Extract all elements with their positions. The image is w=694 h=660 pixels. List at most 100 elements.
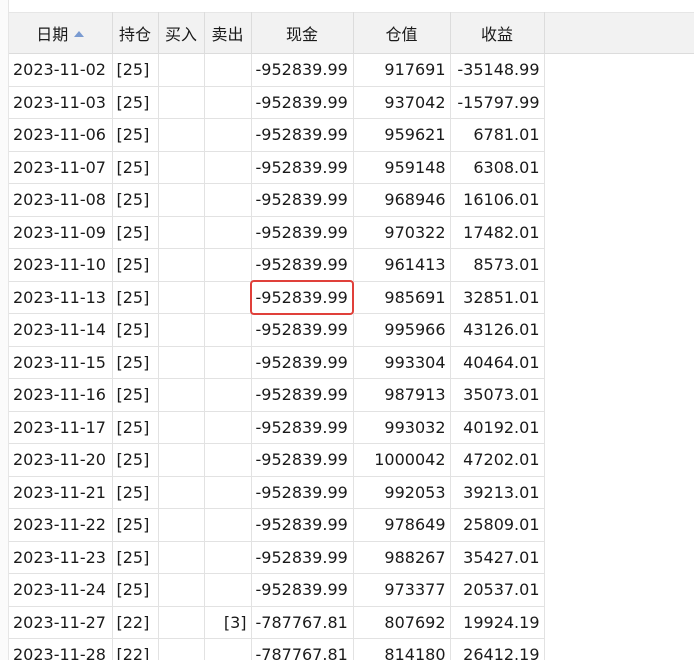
table-row[interactable]: 2023-11-07 [25] -952839.99 959148 6308.01 (9, 151, 545, 184)
cell-cash[interactable]: -787767.81 (251, 606, 354, 639)
cell-cash[interactable]: -952839.99 (251, 411, 354, 444)
table-row[interactable]: 2023-11-08 [25] -952839.99 968946 16106.01 (9, 183, 545, 217)
cell-sell[interactable] (204, 118, 252, 152)
cell-cash[interactable]: -952839.99 (251, 313, 354, 347)
cell-cash[interactable]: -952839.99 (251, 86, 354, 119)
cell-cash[interactable]: -952839.99 (251, 53, 354, 87)
cell-holding[interactable]: [25] (112, 378, 159, 412)
cell-buy[interactable] (158, 411, 205, 444)
table-row[interactable]: 2023-11-15 [25] -952839.99 993304 40464.01 (9, 346, 545, 379)
column-header-holding[interactable]: 持仓 (112, 12, 159, 54)
cell-buy[interactable] (158, 638, 205, 660)
cell-holding[interactable]: [25] (112, 216, 159, 249)
cell-date[interactable]: 2023-11-20 (9, 443, 113, 477)
cell-cash[interactable]: -952839.99 (251, 151, 354, 184)
cell-cash[interactable]: -952839.99 (251, 216, 354, 249)
cell-profit[interactable]: 17482.01 (450, 216, 545, 249)
cell-position-value[interactable]: 988267 (353, 541, 451, 574)
cell-position-value[interactable]: 995966 (353, 313, 451, 347)
cell-cash[interactable]: -952839.99 (251, 378, 354, 412)
cell-position-value[interactable]: 917691 (353, 53, 451, 87)
cell-position-value[interactable]: 961413 (353, 248, 451, 282)
cell-holding[interactable]: [25] (112, 183, 159, 217)
cell-holding[interactable]: [25] (112, 313, 159, 347)
cell-holding[interactable]: [25] (112, 86, 159, 119)
cell-sell[interactable] (204, 281, 252, 314)
table-row[interactable]: 2023-11-02 [25] -952839.99 917691 -35148.99 (9, 53, 545, 87)
table-row[interactable]: 2023-11-09 [25] -952839.99 970322 17482.01 (9, 216, 545, 249)
column-header-cash[interactable]: 现金 (251, 12, 354, 54)
cell-buy[interactable] (158, 216, 205, 249)
cell-sell[interactable] (204, 53, 252, 87)
cell-date[interactable]: 2023-11-09 (9, 216, 113, 249)
cell-sell[interactable] (204, 443, 252, 477)
cell-buy[interactable] (158, 508, 205, 542)
cell-sell[interactable] (204, 86, 252, 119)
cell-sell[interactable] (204, 476, 252, 509)
cell-date[interactable]: 2023-11-16 (9, 378, 113, 412)
cell-profit[interactable]: 8573.01 (450, 248, 545, 282)
column-header-date[interactable]: 日期 (9, 12, 113, 54)
cell-profit[interactable]: 40464.01 (450, 346, 545, 379)
cell-cash[interactable]: -952839.99 (251, 118, 354, 152)
cell-profit[interactable]: 47202.01 (450, 443, 545, 477)
table-row[interactable]: 2023-11-24 [25] -952839.99 973377 20537.01 (9, 573, 545, 607)
cell-position-value[interactable]: 993032 (353, 411, 451, 444)
cell-profit[interactable]: 32851.01 (450, 281, 545, 314)
cell-date[interactable]: 2023-11-06 (9, 118, 113, 152)
cell-date[interactable]: 2023-11-28 (9, 638, 113, 660)
table-row[interactable]: 2023-11-14 [25] -952839.99 995966 43126.01 (9, 313, 545, 347)
table-row[interactable]: 2023-11-10 [25] -952839.99 961413 8573.01 (9, 248, 545, 282)
cell-cash[interactable]: -952839.99 (251, 281, 354, 314)
cell-date[interactable]: 2023-11-21 (9, 476, 113, 509)
cell-sell[interactable] (204, 151, 252, 184)
cell-position-value[interactable]: 937042 (353, 86, 451, 119)
cell-sell[interactable] (204, 411, 252, 444)
cell-date[interactable]: 2023-11-03 (9, 86, 113, 119)
cell-sell[interactable] (204, 183, 252, 217)
cell-buy[interactable] (158, 248, 205, 282)
cell-sell[interactable] (204, 541, 252, 574)
cell-holding[interactable]: [25] (112, 248, 159, 282)
cell-cash[interactable]: -952839.99 (251, 443, 354, 477)
cell-holding[interactable]: [25] (112, 443, 159, 477)
cell-position-value[interactable]: 978649 (353, 508, 451, 542)
cell-date[interactable]: 2023-11-17 (9, 411, 113, 444)
column-header-position-value[interactable]: 仓值 (353, 12, 451, 54)
table-row[interactable]: 2023-11-16 [25] -952839.99 987913 35073.01 (9, 378, 545, 412)
cell-buy[interactable] (158, 281, 205, 314)
cell-buy[interactable] (158, 118, 205, 152)
cell-profit[interactable]: 43126.01 (450, 313, 545, 347)
cell-position-value[interactable]: 814180 (353, 638, 451, 660)
cell-buy[interactable] (158, 86, 205, 119)
cell-holding[interactable]: [22] (112, 638, 159, 660)
cell-profit[interactable]: 35073.01 (450, 378, 545, 412)
cell-buy[interactable] (158, 573, 205, 607)
table-row[interactable]: 2023-11-21 [25] -952839.99 992053 39213.01 (9, 476, 545, 509)
cell-buy[interactable] (158, 313, 205, 347)
cell-holding[interactable]: [25] (112, 508, 159, 542)
cell-sell[interactable] (204, 346, 252, 379)
cell-profit[interactable]: 26412.19 (450, 638, 545, 660)
sort-ascending-icon[interactable] (74, 31, 85, 37)
cell-position-value[interactable]: 1000042 (353, 443, 451, 477)
cell-date[interactable]: 2023-11-15 (9, 346, 113, 379)
cell-date[interactable]: 2023-11-02 (9, 53, 113, 87)
cell-holding[interactable]: [22] (112, 606, 159, 639)
cell-profit[interactable]: 20537.01 (450, 573, 545, 607)
cell-position-value[interactable]: 987913 (353, 378, 451, 412)
cell-date[interactable]: 2023-11-22 (9, 508, 113, 542)
cell-date[interactable]: 2023-11-10 (9, 248, 113, 282)
cell-position-value[interactable]: 993304 (353, 346, 451, 379)
cell-holding[interactable]: [25] (112, 476, 159, 509)
cell-sell[interactable] (204, 378, 252, 412)
cell-buy[interactable] (158, 346, 205, 379)
cell-position-value[interactable]: 807692 (353, 606, 451, 639)
cell-profit[interactable]: 25809.01 (450, 508, 545, 542)
cell-buy[interactable] (158, 151, 205, 184)
table-row[interactable]: 2023-11-22 [25] -952839.99 978649 25809.01 (9, 508, 545, 542)
cell-date[interactable]: 2023-11-13 (9, 281, 113, 314)
cell-sell[interactable] (204, 573, 252, 607)
cell-profit[interactable]: 19924.19 (450, 606, 545, 639)
cell-profit[interactable]: -35148.99 (450, 53, 545, 87)
